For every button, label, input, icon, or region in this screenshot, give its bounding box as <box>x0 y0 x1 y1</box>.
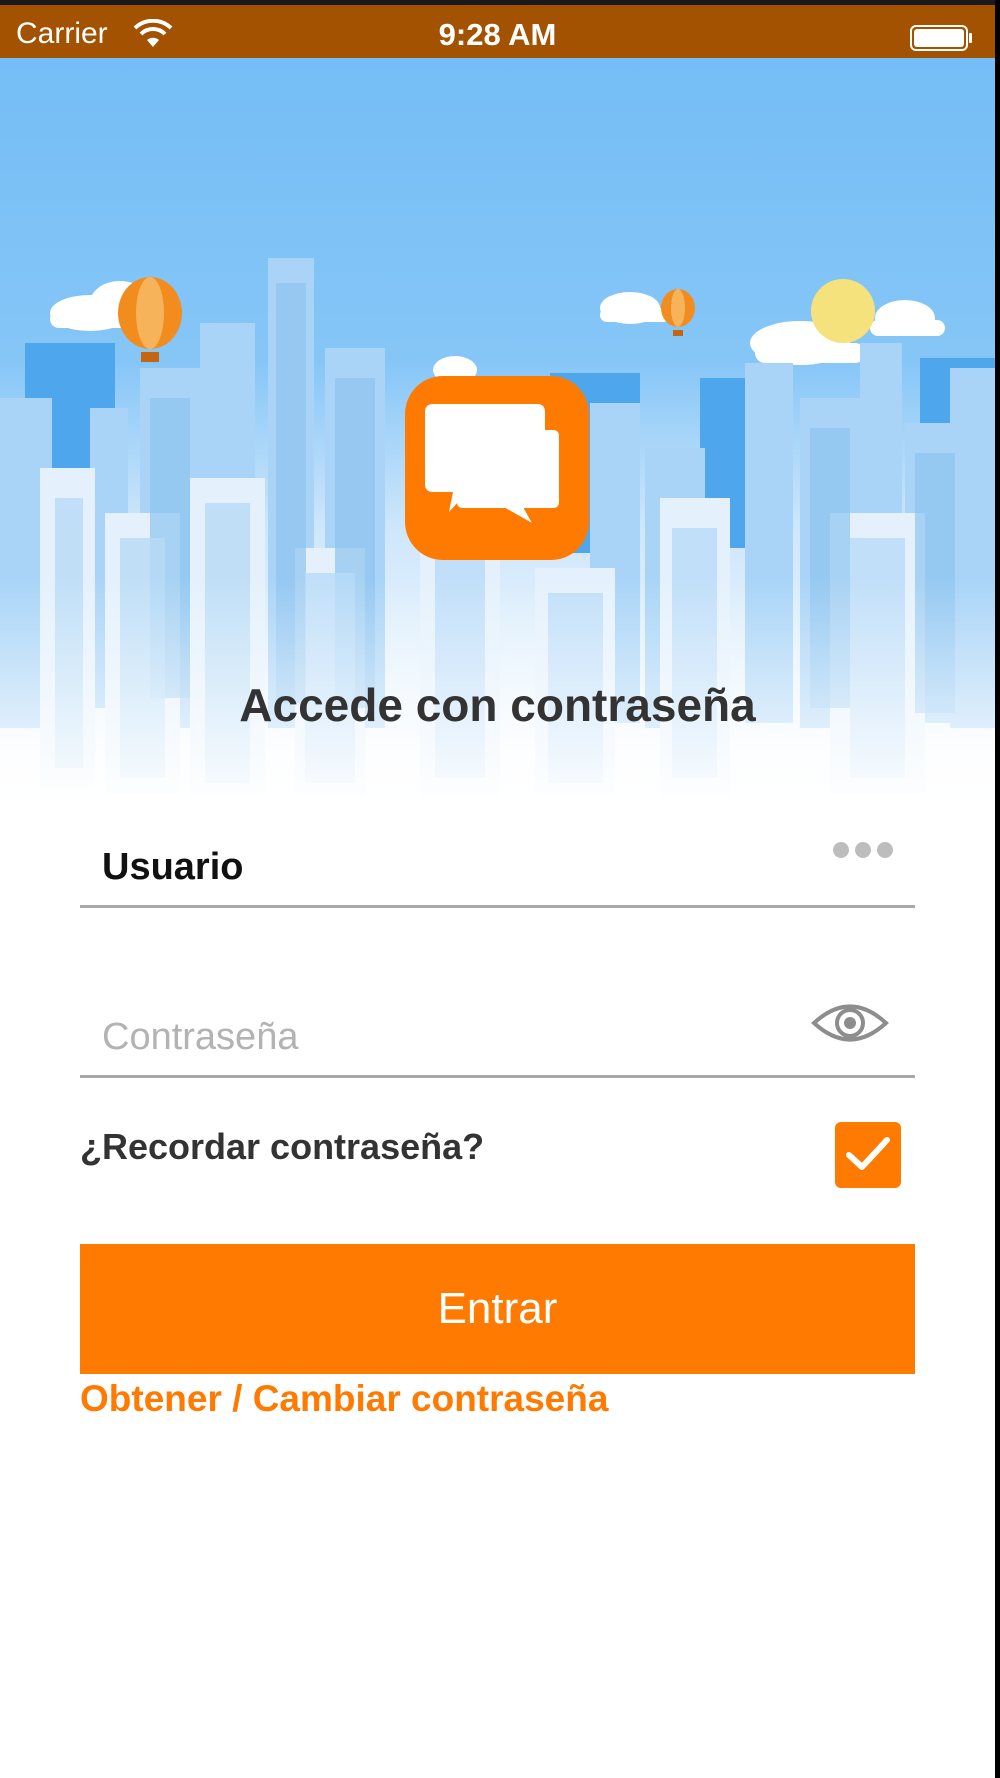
status-time: 9:28 AM <box>438 17 557 52</box>
login-screen: Carrier 9:28 AM Accede con contraseña Us… <box>0 0 995 1778</box>
login-button[interactable]: Entrar <box>80 1244 915 1374</box>
remember-password-checkbox[interactable] <box>835 1122 901 1188</box>
chat-bubbles-icon <box>425 404 563 534</box>
status-bar: Carrier 9:28 AM <box>0 0 995 58</box>
change-password-link[interactable]: Obtener / Cambiar contraseña <box>80 1378 608 1420</box>
page-title: Accede con contraseña <box>239 679 756 731</box>
battery-full-icon <box>910 25 972 51</box>
password-input[interactable]: Contraseña <box>102 1016 298 1059</box>
username-value[interactable]: Usuario <box>102 846 243 889</box>
username-field[interactable]: Usuario <box>80 818 915 908</box>
more-icon[interactable] <box>833 838 893 862</box>
eye-icon[interactable] <box>811 998 889 1048</box>
app-logo <box>405 376 589 560</box>
checkmark-icon <box>846 1137 890 1170</box>
password-field[interactable]: Contraseña <box>80 988 915 1078</box>
remember-password-label: ¿Recordar contraseña? <box>80 1126 485 1167</box>
